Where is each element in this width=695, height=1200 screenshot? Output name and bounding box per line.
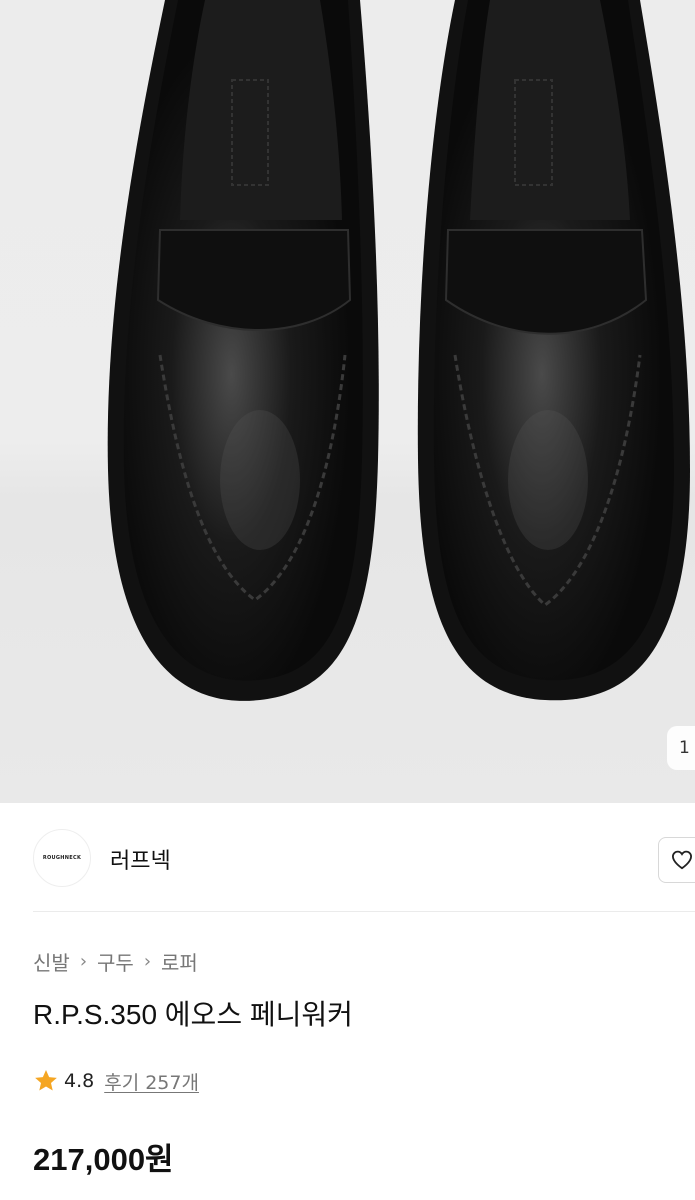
wishlist-button[interactable] [658,837,695,883]
reviews-link[interactable]: 후기 257개 [104,1068,199,1095]
breadcrumb-item-dress-shoes[interactable]: 구두 [97,947,134,976]
right-shoe [417,0,690,701]
brand-logo-text: ROUGHNECK [42,855,82,861]
product-price: 217,000원 [33,1142,174,1177]
brand-row[interactable]: ROUGHNECK 러프넥 [0,803,695,913]
product-title: R.P.S.350 에오스 페니워커 [33,999,353,1030]
product-image [107,0,690,701]
divider [33,911,695,912]
brand-name[interactable]: 러프넥 [110,843,171,875]
breadcrumb-item-loafers[interactable]: 로퍼 [161,947,198,976]
rating-value: 4.8 [64,1070,95,1092]
rating-row: 4.8 후기 257개 [33,1066,199,1096]
star-icon [35,1069,57,1091]
chevron-right-icon: › [143,951,152,972]
brand-logo[interactable]: ROUGHNECK [33,829,91,887]
product-image-gallery[interactable]: 1 [0,0,695,803]
heart-outline-icon [671,850,693,870]
image-counter: 1 [667,726,695,770]
chevron-right-icon: › [79,951,88,972]
breadcrumb-item-shoes[interactable]: 신발 [33,947,70,976]
breadcrumb: 신발 › 구두 › 로퍼 [33,947,198,976]
left-shoe [107,0,379,701]
